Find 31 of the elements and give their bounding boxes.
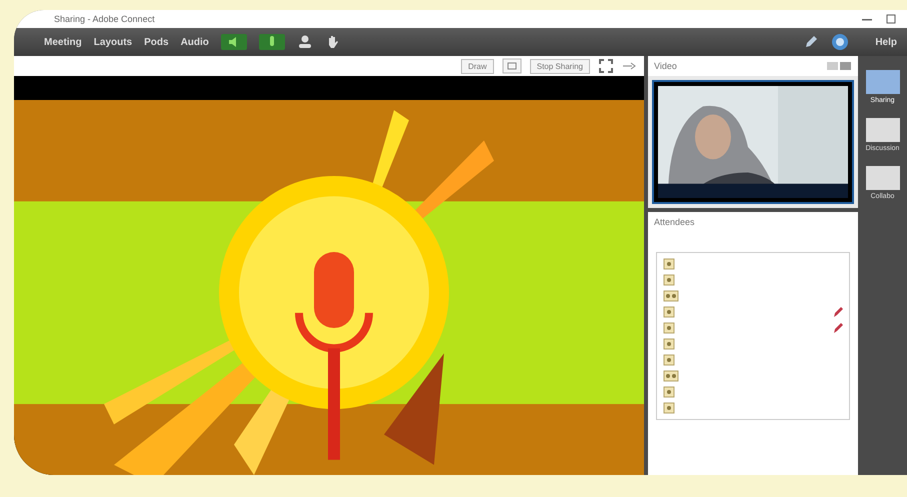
window-icon[interactable] <box>502 58 522 74</box>
pod-title: Attendees <box>654 217 695 227</box>
attendee-icon <box>663 274 675 286</box>
maximize-icon[interactable] <box>885 14 897 24</box>
draw-button[interactable]: Draw <box>461 58 494 74</box>
help-menu[interactable]: Help <box>875 36 897 48</box>
menu-item[interactable]: Audio <box>180 36 209 48</box>
pod-menu-icon[interactable] <box>622 61 638 71</box>
speaker-icon[interactable] <box>220 34 247 50</box>
stop-sharing-button[interactable]: Stop Sharing <box>530 58 590 74</box>
attendee-icon <box>663 354 675 366</box>
attendee-icon <box>663 386 675 398</box>
view-icon[interactable] <box>826 60 852 72</box>
attendee-icon <box>663 258 675 270</box>
attendee-icon <box>663 338 675 350</box>
attendee-icon <box>663 322 675 334</box>
fullscreen-icon[interactable] <box>598 58 614 74</box>
pencil-icon[interactable] <box>803 34 820 50</box>
attendees-icon <box>663 370 679 382</box>
menu-item[interactable]: Layouts <box>94 36 132 48</box>
attendees-icon <box>663 290 679 302</box>
pod-title: Video <box>654 61 677 71</box>
attendee-row[interactable] <box>663 321 843 335</box>
person-icon[interactable] <box>296 34 313 50</box>
window-title: Sharing - Adobe Connect <box>54 14 155 24</box>
attendee-row[interactable] <box>663 305 843 319</box>
menu-item[interactable]: Pods <box>144 36 169 48</box>
microphone-icon[interactable] <box>258 34 285 50</box>
menu-item[interactable]: Meeting <box>44 36 82 48</box>
attendee-icon <box>663 402 675 414</box>
attendee-icon <box>663 306 675 318</box>
